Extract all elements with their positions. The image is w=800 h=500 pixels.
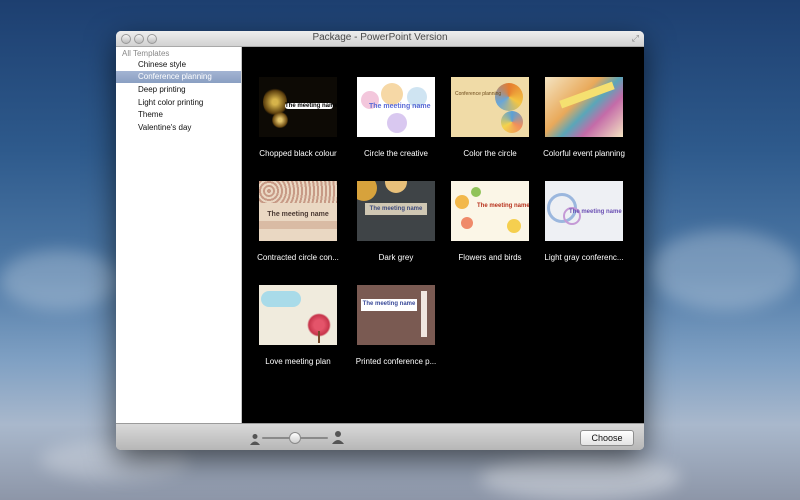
template-thumbnail[interactable]: The meeting name	[357, 77, 435, 137]
thumbnail-title: Conference planning	[455, 91, 502, 97]
template-thumbnail[interactable]: The meeting name	[451, 181, 529, 241]
thumbnail-title: The meeting name	[477, 203, 529, 209]
template-sidebar: All Templates Chinese style Conference p…	[116, 47, 242, 423]
template-thumbnail[interactable]: Conference planning	[451, 77, 529, 137]
thumbnail-title: The meeting name	[267, 211, 329, 218]
desktop-cloud	[480, 455, 680, 500]
template-label: Circle the creative	[363, 149, 429, 158]
bottom-toolbar: Choose	[116, 423, 644, 450]
choose-button[interactable]: Choose	[580, 430, 634, 446]
template-thumbnail[interactable]	[545, 77, 623, 137]
template-label: Chopped black colour	[259, 149, 337, 158]
template-label: Contracted circle con...	[257, 253, 339, 262]
template-thumbnail[interactable]: The meeting name	[545, 181, 623, 241]
thumbnail-title: The meeting name	[362, 301, 416, 307]
template-thumbnail[interactable]: The meeting name	[259, 181, 337, 241]
template-thumbnail[interactable]	[259, 285, 337, 345]
thumbnail-title: The meeting name	[369, 103, 431, 110]
title-bar[interactable]: Package - PowerPoint Version ⤢	[116, 31, 644, 47]
sidebar-item-light-color-printing[interactable]: Light color printing	[116, 97, 241, 109]
thumbnail-size-slider-knob[interactable]	[289, 432, 301, 444]
sidebar-item-chinese-style[interactable]: Chinese style	[116, 59, 241, 71]
window-title: Package - PowerPoint Version	[312, 32, 448, 43]
template-label: Love meeting plan	[265, 357, 331, 366]
template-label: Light gray conferenc...	[544, 253, 624, 262]
thumbnail-title: The meeting name	[569, 209, 622, 215]
template-label: Dark grey	[378, 253, 414, 262]
template-gallery: The meeting name Chopped black colour Th…	[242, 47, 644, 423]
template-thumbnail[interactable]: The meeting name	[259, 77, 337, 137]
template-label: Printed conference p...	[355, 357, 437, 366]
person-small-icon[interactable]	[250, 432, 260, 450]
desktop-cloud	[650, 230, 800, 310]
sidebar-item-conference-planning[interactable]: Conference planning	[116, 71, 241, 83]
template-thumbnail[interactable]: The meeting name	[357, 181, 435, 241]
person-large-icon[interactable]	[332, 430, 344, 449]
sidebar-header[interactable]: All Templates	[122, 49, 169, 58]
thumbnail-title: The meeting name	[369, 206, 423, 212]
fullscreen-icon[interactable]: ⤢	[632, 34, 639, 43]
sidebar-item-theme[interactable]: Theme	[116, 109, 241, 121]
package-window: Package - PowerPoint Version ⤢ All Templ…	[116, 31, 644, 450]
sidebar-item-valentines-day[interactable]: Valentine's day	[116, 122, 241, 134]
template-label: Colorful event planning	[543, 149, 625, 158]
sidebar-item-deep-printing[interactable]: Deep printing	[116, 84, 241, 96]
desktop-cloud	[0, 250, 120, 310]
thumbnail-title: The meeting name	[285, 103, 337, 109]
template-label: Flowers and birds	[458, 253, 522, 262]
template-label: Color the circle	[463, 149, 517, 158]
template-thumbnail[interactable]: The meeting name	[357, 285, 435, 345]
